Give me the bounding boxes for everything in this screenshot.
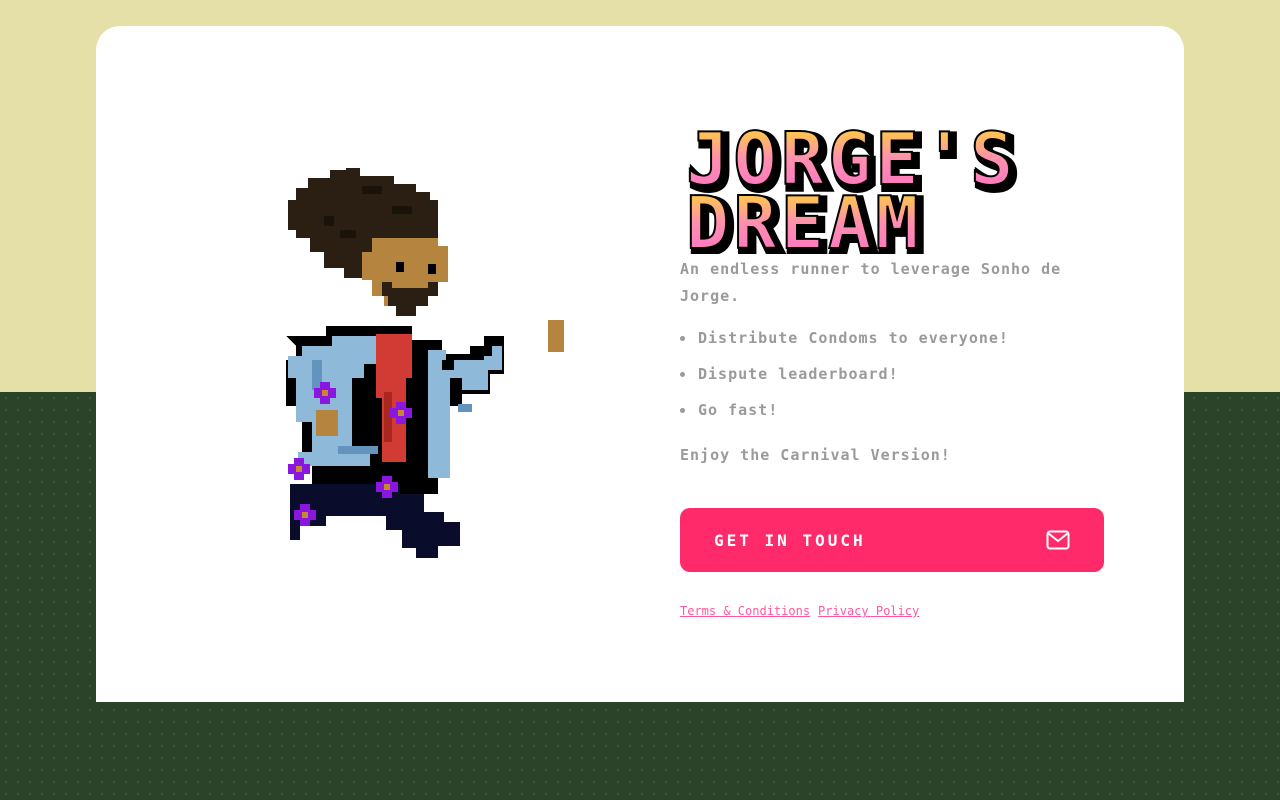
- game-title: JORGE'S JORGE'S DREAM DREAM: [680, 104, 1100, 254]
- bullet-icon: [680, 336, 685, 341]
- bullet-icon: [680, 408, 685, 413]
- mail-icon: [1046, 530, 1070, 550]
- carnival-version-text: Enjoy the Carnival Version!: [680, 446, 951, 464]
- feature-text: Go fast!: [698, 401, 779, 419]
- legal-links: Terms & Conditions Privacy Policy: [680, 604, 927, 618]
- get-in-touch-button[interactable]: GET IN TOUCH: [680, 508, 1104, 572]
- game-description: An endless runner to leverage Sonho de J…: [680, 260, 1062, 305]
- bullet-icon: [680, 372, 685, 377]
- feature-item: Go fast!: [680, 392, 1110, 428]
- title-line2: DREAM: [686, 181, 923, 254]
- feature-text: Dispute leaderboard!: [698, 365, 899, 383]
- feature-item: Distribute Condoms to everyone!: [680, 320, 1110, 356]
- privacy-link[interactable]: Privacy Policy: [818, 604, 919, 618]
- main-card: JORGE'S JORGE'S DREAM DREAM An endless r…: [96, 26, 1184, 702]
- jorge-character-illustration: [286, 168, 564, 558]
- feature-text: Distribute Condoms to everyone!: [698, 329, 1009, 347]
- terms-link[interactable]: Terms & Conditions: [680, 604, 810, 618]
- feature-list: Distribute Condoms to everyone! Dispute …: [680, 320, 1110, 428]
- feature-item: Dispute leaderboard!: [680, 356, 1110, 392]
- get-in-touch-label: GET IN TOUCH: [714, 530, 866, 550]
